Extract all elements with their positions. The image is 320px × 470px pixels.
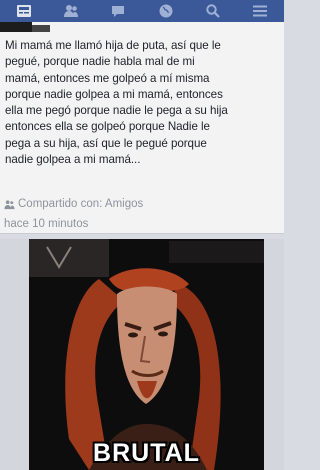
profile-strip-detail bbox=[32, 25, 50, 32]
post-timestamp[interactable]: hace 10 minutos bbox=[4, 218, 88, 230]
feed-background-right bbox=[264, 239, 284, 470]
messages-icon[interactable] bbox=[107, 2, 129, 20]
meme-illustration bbox=[29, 239, 264, 470]
top-navigation-bar bbox=[0, 0, 284, 22]
meme-image[interactable]: BRUTAL bbox=[29, 239, 264, 470]
post-text: Mi mamá me llamó hija de puta, así que l… bbox=[5, 39, 228, 167]
audience-info[interactable]: Compartido con: Amigos bbox=[4, 198, 143, 210]
menu-icon[interactable] bbox=[249, 2, 271, 20]
search-icon[interactable] bbox=[202, 2, 224, 20]
friends-audience-icon bbox=[4, 199, 15, 209]
profile-strip bbox=[0, 22, 32, 32]
news-feed-icon[interactable] bbox=[13, 2, 35, 20]
audience-label: Compartido con: Amigos bbox=[18, 198, 144, 210]
friends-icon[interactable] bbox=[60, 2, 82, 20]
globe-icon[interactable] bbox=[155, 2, 177, 20]
feed-background-left bbox=[0, 239, 29, 470]
post-card: Mi mamá me llamó hija de puta, así que l… bbox=[0, 22, 284, 234]
meme-caption: BRUTAL bbox=[93, 439, 200, 467]
